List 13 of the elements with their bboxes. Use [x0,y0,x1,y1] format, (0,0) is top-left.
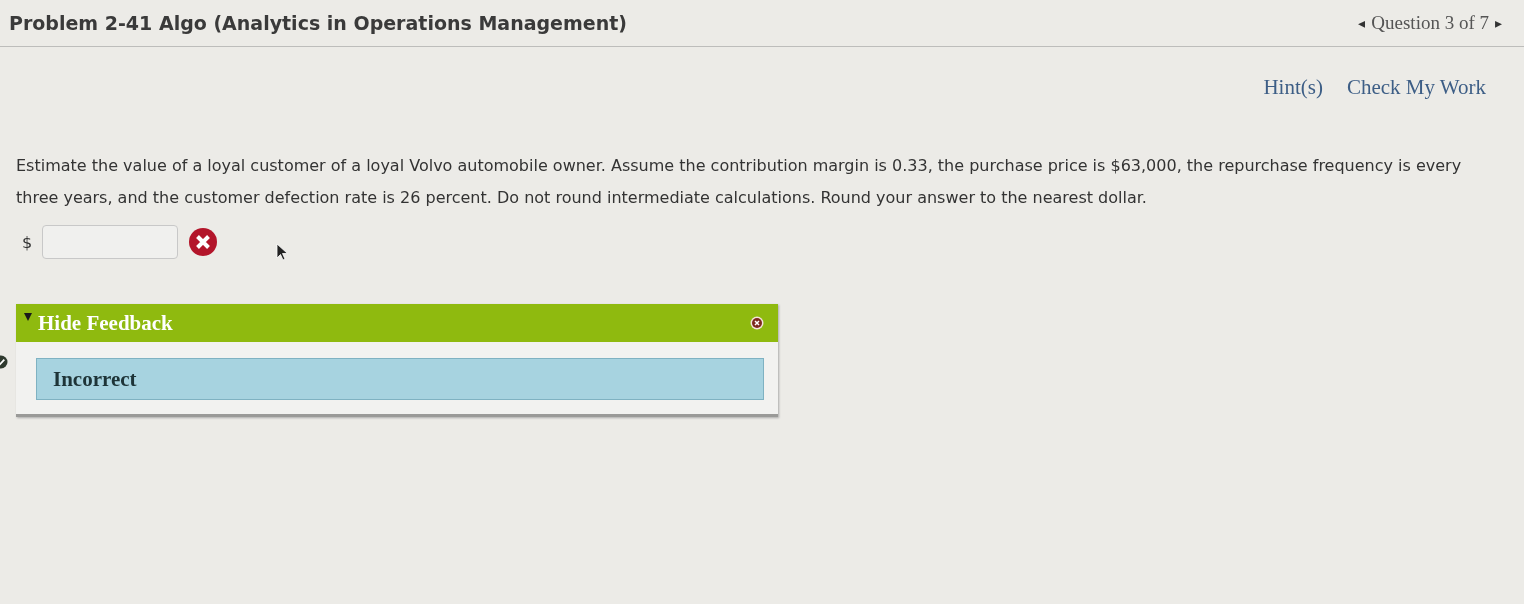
problem-title: Problem 2-41 Algo (Analytics in Operations Management) [9,12,627,34]
mouse-pointer-icon [276,243,289,261]
toolbar-link[interactable]: Check My Work [1346,75,1486,100]
next-question-arrow[interactable]: ▸ [1495,14,1502,32]
feedback-message: Incorrect [36,358,764,400]
toolbar-link[interactable]: Hint(s) [1263,75,1323,100]
close-icon[interactable] [750,316,764,330]
previous-question-arrow[interactable]: ◂ [1358,14,1366,32]
question-text: Estimate the value of a loyal customer of a loyal Volvo automobile owner. Assume the contribution margin is 0.33, the purchase price is $63,000, the repurchase frequency is every three years, and the customer defection rate is 26 percent. Do not round intermediate calculations. Round your answer to the nearest dollar. [16,155,1463,209]
collapse-triangle-icon [24,313,32,321]
answer-field[interactable] [42,225,179,259]
currency-symbol: $ [22,232,33,252]
question-counter: Question 3 of 7 [1371,12,1489,34]
